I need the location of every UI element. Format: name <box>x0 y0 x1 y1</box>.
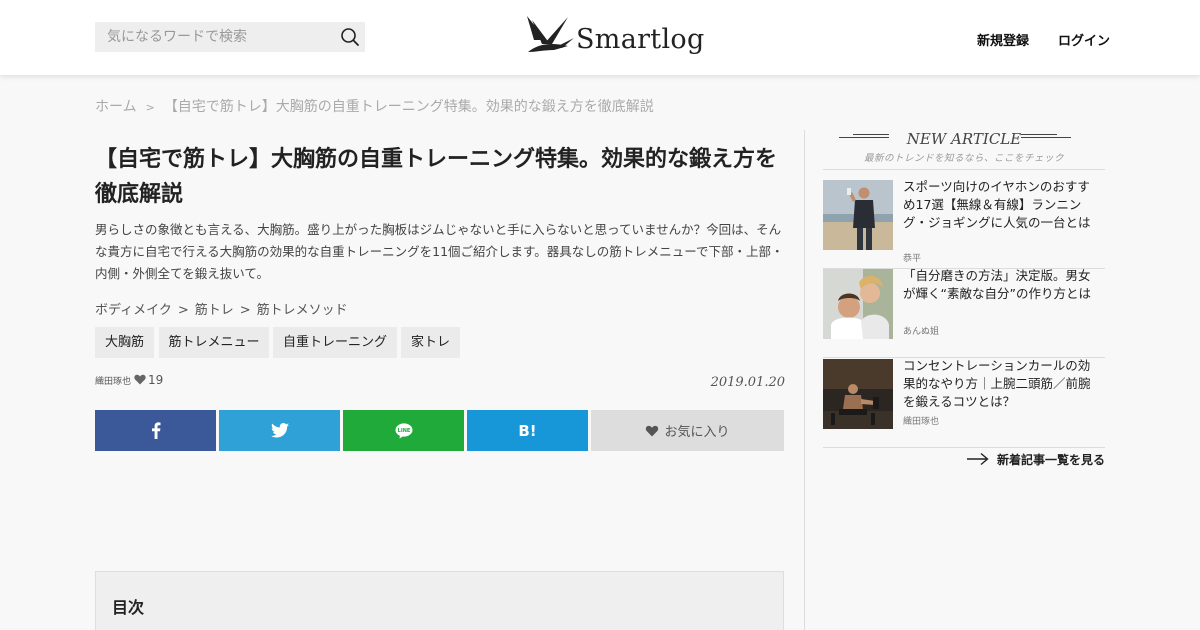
heart-icon <box>134 374 146 385</box>
sidebar-title: NEW ARTICLE <box>906 130 1022 148</box>
hatena-icon: B! <box>518 421 537 440</box>
logo-text: Smartlog <box>576 24 705 55</box>
article-thumbnail <box>823 269 893 339</box>
search-icon[interactable] <box>340 27 360 47</box>
favorite-label: お気に入り <box>664 425 730 440</box>
article-lead: 男らしさの象徴とも言える、大胸筋。盛り上がった胸板はジムじゃないと手に入らないと… <box>95 222 784 281</box>
heart-icon <box>646 425 659 436</box>
twitter-icon <box>270 423 289 438</box>
tag-chip[interactable]: 大胸筋 <box>95 327 154 358</box>
site-header: Smartlog 新規登録 ログイン <box>0 0 1200 75</box>
facebook-icon <box>151 422 160 439</box>
more-articles-link[interactable]: 新着記事一覧を見る <box>967 450 1107 468</box>
article-thumbnail <box>823 180 893 250</box>
twitter-share-button[interactable] <box>219 410 340 451</box>
column-divider <box>804 130 805 630</box>
article-thumbnail <box>823 359 893 429</box>
favorite-button[interactable]: お気に入り <box>591 410 784 451</box>
tag-chip[interactable]: 自重トレーニング <box>273 327 397 358</box>
sidebar-article-author: 恭平 <box>903 254 922 264</box>
category-link[interactable]: 筋トレ <box>195 303 234 318</box>
sidebar-article-author: 織田琢也 <box>903 417 940 427</box>
sidebar-article[interactable]: 「自分磨きの方法」決定版。男女が輝く“素敵な自分”の作り方とは あんぬ姐 <box>823 268 1105 358</box>
svg-text:LINE: LINE <box>397 428 410 434</box>
breadcrumb: ホーム > 【自宅で筋トレ】大胸筋の自重トレーニング特集。効果的な鍛え方を徹底解説 <box>95 96 654 116</box>
sidebar-article[interactable]: スポーツ向けのイヤホンのおすすめ17選【無線＆有線】ランニング・ジョギングに人気… <box>823 179 1105 269</box>
toc-title: 目次 <box>112 598 145 617</box>
breadcrumb-separator: > <box>145 101 155 114</box>
more-articles-label: 新着記事一覧を見る <box>997 453 1106 467</box>
logo-bird-icon <box>527 16 574 52</box>
like-count: 19 <box>148 373 164 387</box>
sidebar-article-title: コンセントレーションカールの効果的なやり方｜上腕二頭筋／前腕を鍛えるコツとは？ <box>903 358 1091 409</box>
author-name[interactable]: 織田琢也 <box>95 377 131 387</box>
search-input[interactable] <box>95 22 335 52</box>
hatena-share-button[interactable]: B! <box>467 410 588 451</box>
sidebar-article-author: あんぬ姐 <box>903 327 940 337</box>
sidebar-article[interactable]: コンセントレーションカールの効果的なやり方｜上腕二頭筋／前腕を鍛えるコツとは？ … <box>823 358 1105 448</box>
signup-link[interactable]: 新規登録 <box>977 30 1029 49</box>
category-link[interactable]: 筋トレメソッド <box>257 303 348 318</box>
login-link[interactable]: ログイン <box>1058 30 1110 49</box>
sidebar-article-title: スポーツ向けのイヤホンのおすすめ17選【無線＆有線】ランニング・ジョギングに人気… <box>903 179 1091 230</box>
sidebar-subtitle: 最新のトレンドを知るなら、ここをチェック <box>863 153 1064 164</box>
arrow-right-icon <box>967 452 989 466</box>
line-share-button[interactable]: LINE <box>343 410 464 451</box>
sidebar-article-title: 「自分磨きの方法」決定版。男女が輝く“素敵な自分”の作り方とは <box>903 268 1091 301</box>
table-of-contents: 目次 <box>95 571 784 630</box>
new-article-header: NEW ARTICLE 最新のトレンドを知るなら、ここをチェック <box>823 130 1105 170</box>
article-title: 【自宅で筋トレ】大胸筋の自重トレーニング特集。効果的な鍛え方を徹底解説 <box>95 147 778 207</box>
breadcrumb-home[interactable]: ホーム <box>95 99 137 115</box>
tag-chip[interactable]: 家トレ <box>401 327 460 358</box>
category-link[interactable]: ボディメイク <box>95 303 172 318</box>
line-icon: LINE <box>395 422 412 438</box>
search-box <box>95 22 365 52</box>
category-path: ボディメイク > 筋トレ > 筋トレメソッド <box>95 303 348 318</box>
author-row: 織田琢也 19 <box>95 373 163 387</box>
tag-chip[interactable]: 筋トレメニュー <box>159 327 269 358</box>
breadcrumb-current: 【自宅で筋トレ】大胸筋の自重トレーニング特集。効果的な鍛え方を徹底解説 <box>163 99 654 115</box>
facebook-share-button[interactable] <box>95 410 216 451</box>
site-logo[interactable]: Smartlog <box>524 12 704 62</box>
publish-date: 2019.01.20 <box>710 375 785 390</box>
